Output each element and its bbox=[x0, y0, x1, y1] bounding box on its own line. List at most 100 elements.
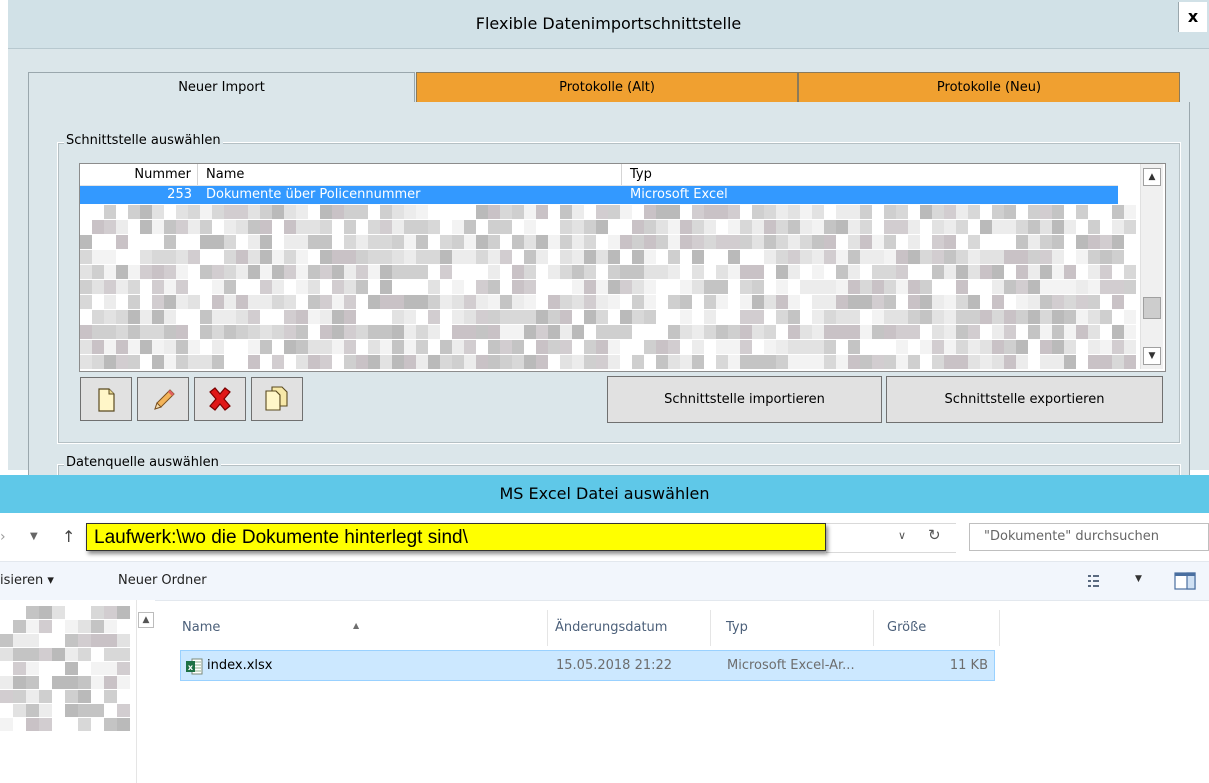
recent-locations-dropdown-icon[interactable]: ▼ bbox=[30, 525, 38, 549]
tab-protokolle-neu[interactable]: Protokolle (Neu) bbox=[798, 72, 1180, 104]
redaction-block bbox=[740, 310, 752, 324]
redaction-block bbox=[140, 250, 152, 264]
navigation-pane-scrollbar[interactable]: ▲ bbox=[136, 600, 155, 783]
redaction-block bbox=[872, 235, 884, 249]
redaction-block bbox=[848, 265, 860, 279]
list-row-selected[interactable]: 253 Dokumente über Policennummer Microso… bbox=[80, 186, 1118, 204]
refresh-icon[interactable]: ↻ bbox=[928, 526, 941, 544]
scroll-up-arrow-icon[interactable]: ▲ bbox=[1143, 168, 1161, 186]
redaction-block bbox=[956, 355, 968, 369]
redaction-block bbox=[13, 634, 26, 647]
redaction-block bbox=[956, 295, 968, 309]
redaction-block bbox=[524, 250, 536, 264]
redaction-block bbox=[65, 676, 78, 689]
redaction-block bbox=[800, 220, 812, 234]
redaction-block bbox=[224, 310, 236, 324]
redaction-block bbox=[740, 340, 752, 354]
redaction-block bbox=[644, 280, 656, 294]
redaction-block bbox=[488, 250, 500, 264]
redaction-block bbox=[104, 718, 117, 731]
column-header-typ[interactable]: Typ bbox=[622, 164, 1118, 185]
file-row[interactable]: x index.xlsx 15.05.2018 21:22 Microsoft … bbox=[180, 650, 995, 681]
close-button[interactable]: x bbox=[1178, 2, 1207, 32]
redaction-block bbox=[608, 250, 620, 264]
interface-list[interactable]: Nummer Name Typ 253 Dokumente über Polic… bbox=[79, 163, 1166, 372]
redaction-block bbox=[500, 295, 512, 309]
redaction-block bbox=[380, 235, 392, 249]
redaction-block bbox=[1040, 220, 1052, 234]
address-path-field[interactable]: Laufwerk:\wo die Dokumente hinterlegt si… bbox=[86, 523, 826, 551]
redaction-block bbox=[80, 325, 92, 339]
redaction-block bbox=[332, 205, 344, 219]
column-header-name[interactable]: Name bbox=[198, 164, 622, 185]
delete-interface-button[interactable] bbox=[194, 377, 246, 421]
scroll-down-arrow-icon[interactable]: ▼ bbox=[1143, 347, 1161, 365]
edit-interface-button[interactable] bbox=[137, 377, 189, 421]
import-interface-button[interactable]: Schnittstelle importieren bbox=[607, 376, 882, 423]
up-arrow-icon[interactable]: ↑ bbox=[62, 525, 75, 549]
organize-menu-button[interactable]: isieren ▾ bbox=[0, 562, 54, 600]
export-interface-button[interactable]: Schnittstelle exportieren bbox=[886, 376, 1163, 423]
redaction-block bbox=[500, 310, 512, 324]
navigation-pane[interactable] bbox=[0, 600, 137, 783]
redaction-block bbox=[80, 265, 92, 279]
redaction-block bbox=[1040, 340, 1052, 354]
redaction-block bbox=[152, 325, 164, 339]
column-header-type[interactable]: Typ bbox=[711, 610, 874, 646]
redaction-block bbox=[428, 220, 440, 234]
scroll-thumb[interactable] bbox=[1143, 297, 1161, 319]
redaction-block bbox=[1100, 355, 1112, 369]
file-dialog-title: MS Excel Datei auswählen bbox=[0, 475, 1209, 513]
address-dropdown-icon[interactable]: ∨ bbox=[898, 529, 906, 542]
redaction-block bbox=[608, 265, 620, 279]
view-dropdown-icon[interactable]: ▼ bbox=[1135, 574, 1142, 584]
redaction-block bbox=[1064, 265, 1076, 279]
redaction-block bbox=[740, 280, 752, 294]
redaction-block bbox=[896, 265, 908, 279]
list-scrollbar[interactable]: ▲ ▼ bbox=[1140, 164, 1163, 369]
redaction-block bbox=[680, 235, 692, 249]
redaction-block bbox=[800, 340, 812, 354]
redaction-block bbox=[404, 265, 416, 279]
tab-protokolle-alt[interactable]: Protokolle (Alt) bbox=[416, 72, 798, 104]
search-input[interactable]: "Dokumente" durchsuchen bbox=[969, 523, 1209, 551]
forward-arrow-icon[interactable]: › bbox=[0, 525, 14, 549]
column-header-nummer[interactable]: Nummer bbox=[80, 164, 198, 185]
redaction-block bbox=[1004, 325, 1016, 339]
redaction-block bbox=[176, 220, 188, 234]
redaction-block bbox=[752, 295, 764, 309]
redaction-block bbox=[332, 250, 344, 264]
copy-document-icon bbox=[265, 386, 288, 411]
new-folder-button[interactable]: Neuer Ordner bbox=[118, 562, 207, 600]
redaction-block bbox=[284, 235, 296, 249]
redaction-block bbox=[128, 265, 140, 279]
redaction-block bbox=[908, 280, 920, 294]
redaction-block bbox=[116, 355, 128, 369]
column-header-size[interactable]: Größe bbox=[874, 610, 1000, 646]
redaction-block bbox=[344, 265, 356, 279]
redaction-block bbox=[1100, 235, 1112, 249]
new-interface-button[interactable] bbox=[80, 377, 132, 421]
redaction-block bbox=[800, 355, 812, 369]
redaction-block bbox=[464, 340, 476, 354]
scroll-up-arrow-icon[interactable]: ▲ bbox=[138, 612, 154, 628]
redaction-block bbox=[968, 295, 980, 309]
copy-interface-button[interactable] bbox=[251, 377, 303, 421]
redaction-block bbox=[380, 295, 392, 309]
redaction-block bbox=[308, 295, 320, 309]
column-header-date[interactable]: Änderungsdatum bbox=[548, 610, 711, 646]
column-header-name[interactable]: Name ▲ bbox=[170, 610, 548, 646]
redaction-block bbox=[752, 325, 764, 339]
redaction-block bbox=[476, 280, 488, 294]
redaction-block bbox=[920, 205, 932, 219]
row-typ: Microsoft Excel bbox=[630, 187, 728, 202]
redaction-block bbox=[824, 310, 836, 324]
redaction-block bbox=[728, 220, 740, 234]
redaction-block bbox=[1088, 220, 1100, 234]
tab-neuer-import[interactable]: Neuer Import bbox=[28, 72, 415, 104]
view-options-icon[interactable] bbox=[1088, 574, 1106, 588]
redaction-block bbox=[884, 310, 896, 324]
preview-pane-icon[interactable] bbox=[1174, 572, 1196, 590]
redaction-block bbox=[560, 220, 572, 234]
redaction-block bbox=[452, 280, 464, 294]
